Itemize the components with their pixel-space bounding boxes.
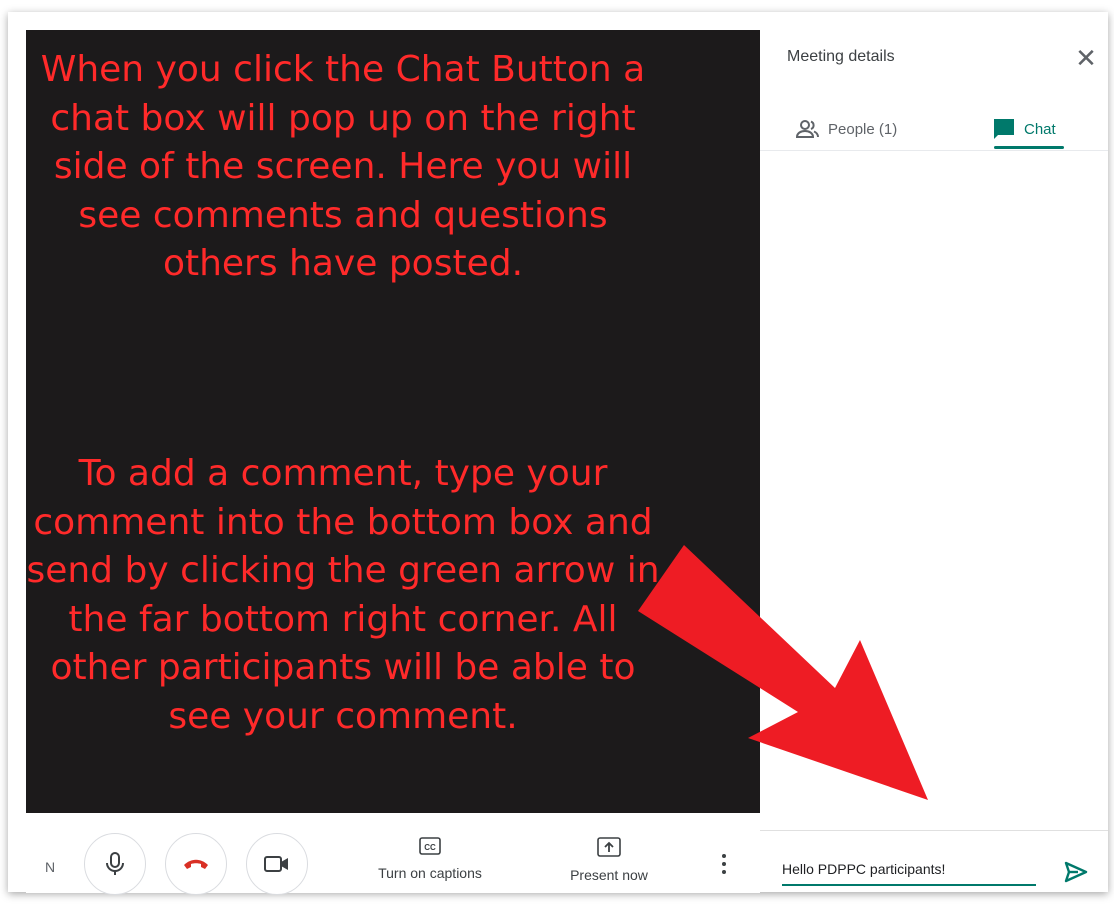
mic-icon	[106, 852, 124, 875]
send-button[interactable]	[1062, 858, 1090, 886]
instruction-text-add-comment: To add a comment, type your comment into…	[26, 453, 660, 737]
present-screen-icon	[597, 837, 621, 857]
clipped-meeting-label: N	[45, 859, 56, 875]
tab-chat-label: Chat	[1024, 120, 1056, 138]
leave-call-button[interactable]	[165, 833, 227, 895]
microphone-button[interactable]	[84, 833, 146, 895]
video-area: When you click the Chat Button a chat bo…	[26, 30, 760, 813]
hangup-icon	[184, 859, 208, 869]
people-icon	[796, 120, 819, 138]
compose-divider	[760, 830, 1108, 831]
more-vert-icon[interactable]	[714, 851, 734, 877]
panel-title: Meeting details	[787, 48, 895, 65]
tab-people-label: People (1)	[828, 120, 898, 138]
instruction-text-chat-popup: When you click the Chat Button a chat bo…	[40, 49, 646, 284]
svg-text:CC: CC	[424, 843, 436, 852]
close-icon[interactable]: ✕	[1072, 44, 1100, 72]
tab-people[interactable]: People (1)	[796, 108, 897, 150]
meeting-details-panel: Meeting details ✕ People (1) Chat Hello …	[760, 30, 1108, 892]
camera-icon	[264, 856, 288, 872]
closed-captions-icon: CC	[419, 837, 441, 855]
chat-message-text: Hello PDPPC participants!	[782, 861, 946, 877]
send-icon	[1064, 861, 1088, 883]
chat-icon	[994, 119, 1014, 139]
chat-message-input[interactable]: Hello PDPPC participants!	[782, 856, 1038, 886]
captions-label: Turn on captions	[378, 865, 482, 881]
tab-chat[interactable]: Chat	[992, 108, 1056, 150]
chat-messages-area	[760, 151, 1108, 831]
tab-chat-indicator	[994, 146, 1064, 149]
present-label: Present now	[570, 867, 648, 883]
present-now-button[interactable]: Present now	[566, 837, 652, 883]
captions-button[interactable]: CC Turn on captions	[371, 837, 489, 881]
meeting-control-bar: N CC Turn on captions Present now	[26, 813, 760, 895]
chat-input-underline	[782, 884, 1036, 886]
camera-button[interactable]	[246, 833, 308, 895]
